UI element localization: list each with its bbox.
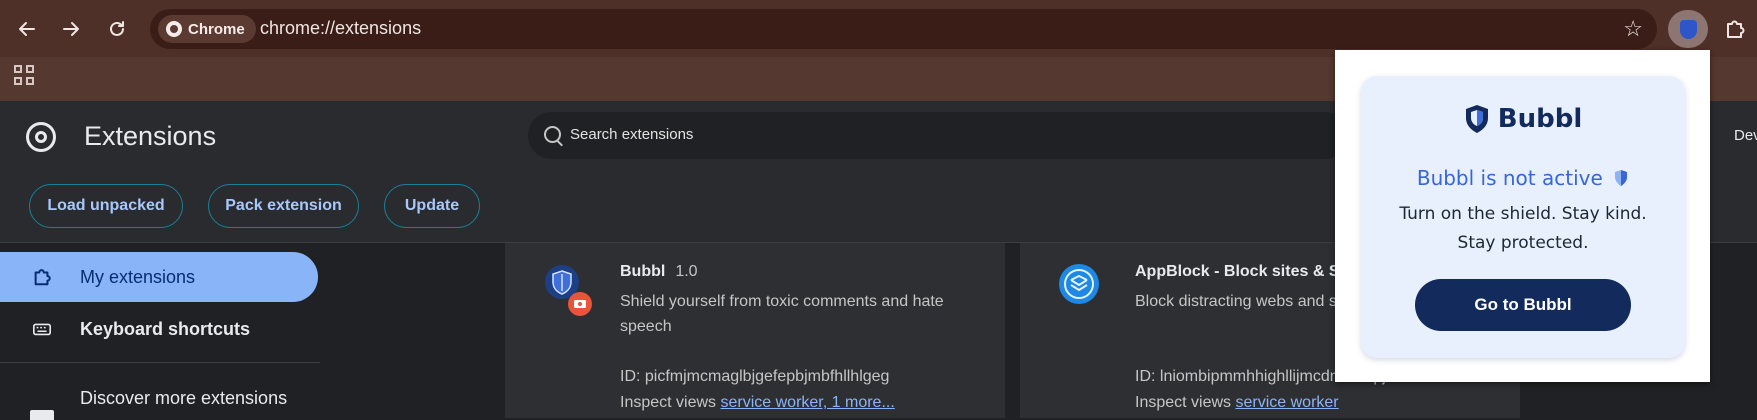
arrow-right-icon bbox=[63, 22, 79, 36]
extension-id: ID: picfmjmcmaglbjgefepbjmbfhllhlgeg bbox=[620, 368, 890, 385]
reload-icon bbox=[110, 21, 124, 36]
puzzle-icon bbox=[1727, 20, 1745, 38]
arrow-left-icon bbox=[19, 22, 35, 36]
go-to-bubbl-button[interactable]: Go to Bubbl bbox=[1415, 279, 1631, 331]
apps-grid-icon[interactable] bbox=[14, 65, 34, 85]
sidebar-item-label: Keyboard shortcuts bbox=[80, 318, 251, 339]
developer-mode-label[interactable]: Dev bbox=[1734, 127, 1757, 144]
search-placeholder: Search extensions bbox=[570, 126, 694, 143]
small-shield-icon bbox=[1615, 170, 1628, 186]
sidebar-item-my-extensions[interactable]: My extensions bbox=[0, 252, 318, 302]
bubbl-logo-icon bbox=[1465, 105, 1488, 133]
status-text: Bubbl is not active bbox=[1361, 166, 1685, 190]
extension-version: 1.0 bbox=[675, 263, 698, 280]
inspect-views-label: Inspect views bbox=[620, 394, 717, 411]
reload-button[interactable] bbox=[102, 14, 132, 44]
forward-button[interactable] bbox=[56, 14, 86, 44]
chrome-logo-icon bbox=[166, 21, 182, 37]
inspect-views: Inspect views service worker bbox=[1135, 394, 1339, 412]
site-chip-label: Chrome bbox=[188, 20, 245, 38]
search-extensions-input[interactable]: Search extensions bbox=[528, 112, 1348, 159]
sidebar-item-keyboard-shortcuts[interactable]: Keyboard shortcuts bbox=[0, 304, 318, 354]
service-worker-link[interactable]: service worker bbox=[1236, 394, 1339, 411]
address-bar[interactable]: Chrome chrome://extensions ☆ bbox=[150, 9, 1657, 49]
back-button[interactable] bbox=[12, 14, 42, 44]
web-store-icon bbox=[30, 410, 54, 420]
extension-name: AppBlock - Block sites & Sta bbox=[1135, 263, 1354, 280]
search-icon bbox=[544, 126, 561, 143]
inspect-views: Inspect views service worker, 1 more... bbox=[620, 394, 895, 412]
extensions-menu-button[interactable] bbox=[1718, 12, 1752, 46]
chrome-logo-icon bbox=[26, 122, 56, 152]
site-chip[interactable]: Chrome bbox=[158, 15, 256, 43]
update-button[interactable]: Update bbox=[384, 184, 480, 228]
service-worker-link[interactable]: service worker, 1 more... bbox=[721, 394, 895, 411]
inspect-views-label: Inspect views bbox=[1135, 394, 1232, 411]
bubbl-brand: Bubbl bbox=[1361, 104, 1685, 134]
discover-more-extensions-link[interactable]: Discover more extensions bbox=[80, 388, 287, 409]
browser-toolbar: Chrome chrome://extensions ☆ bbox=[0, 0, 1757, 57]
bookmark-star-icon[interactable]: ☆ bbox=[1623, 16, 1643, 42]
status-label: Bubbl is not active bbox=[1416, 166, 1603, 190]
sidebar-item-label: My extensions bbox=[80, 266, 196, 287]
error-badge-icon bbox=[568, 292, 592, 316]
bubbl-popup-card: Bubbl Bubbl is not active Turn on the sh… bbox=[1361, 76, 1685, 358]
bubbl-popup: Bubbl Bubbl is not active Turn on the sh… bbox=[1335, 50, 1710, 382]
bubbl-extension-button[interactable] bbox=[1668, 10, 1708, 48]
puzzle-icon bbox=[34, 269, 51, 286]
tagline: Turn on the shield. Stay kind. Stay prot… bbox=[1399, 204, 1647, 253]
page-title: Extensions bbox=[84, 121, 217, 151]
load-unpacked-button[interactable]: Load unpacked bbox=[29, 184, 183, 228]
extension-card-bubbl: Bubbl 1.0 Shield yourself from toxic comm… bbox=[505, 243, 1005, 418]
extension-name-text: Bubbl bbox=[620, 263, 666, 280]
bubbl-brand-name: Bubbl bbox=[1497, 104, 1583, 134]
sidebar-divider bbox=[0, 362, 320, 363]
extension-name: Bubbl 1.0 bbox=[620, 263, 698, 281]
keyboard-icon bbox=[33, 323, 51, 336]
pack-extension-button[interactable]: Pack extension bbox=[208, 184, 359, 228]
appblock-icon bbox=[1059, 264, 1099, 304]
shield-icon bbox=[1679, 19, 1697, 39]
url-text[interactable]: chrome://extensions bbox=[260, 18, 421, 39]
extension-description: Shield yourself from toxic comments and … bbox=[620, 293, 944, 335]
